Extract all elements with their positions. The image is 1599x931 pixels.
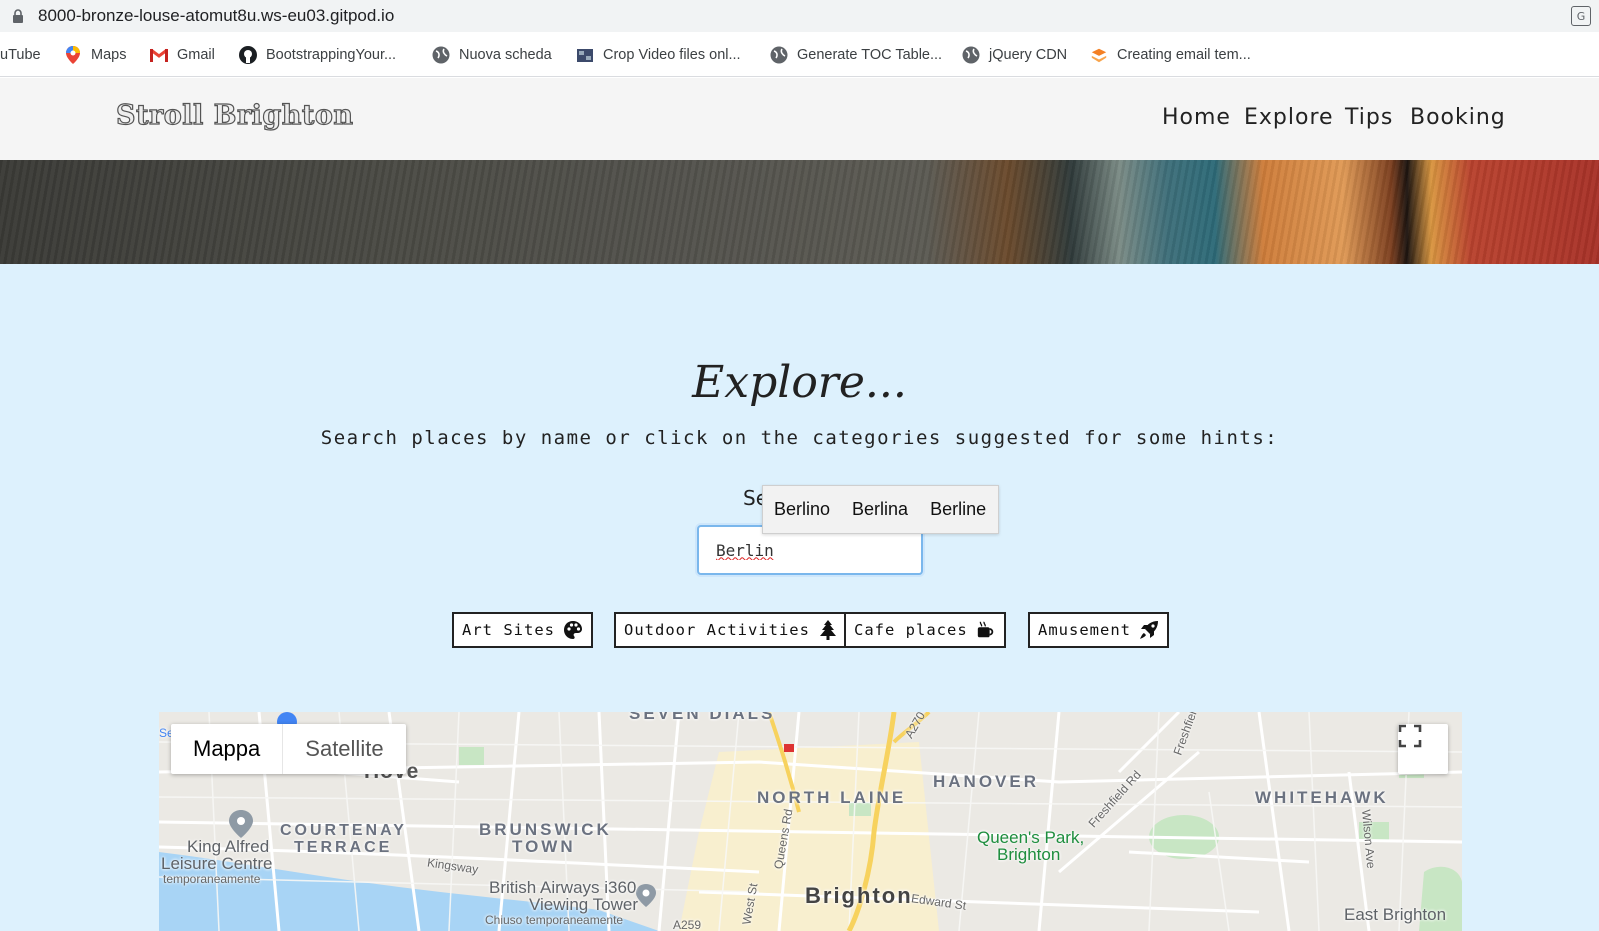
globe-icon [962, 46, 980, 64]
palette-icon [563, 620, 583, 640]
category-label: Art Sites [462, 621, 555, 639]
hero-image [0, 160, 1599, 264]
bookmark-nuova-scheda[interactable]: Nuova scheda [432, 45, 552, 65]
bookmark-label: uTube [0, 47, 41, 63]
gmail-icon [150, 46, 168, 64]
map-label: COURTENAY [280, 822, 407, 839]
map-label: TOWN [512, 837, 576, 856]
site-logo[interactable]: Stroll Brighton [115, 99, 353, 131]
bookmark-label: Gmail [177, 47, 215, 63]
bookmark-jquery-cdn[interactable]: jQuery CDN [962, 45, 1067, 65]
autocomplete-option[interactable]: Berlino [774, 499, 830, 520]
category-cafe-places-button[interactable]: Cafe places [844, 612, 1006, 648]
bookmarks-bar: uTube Maps Gmail BootstrappingYour... Nu… [0, 32, 1599, 77]
category-label: Cafe places [854, 621, 968, 639]
maps-pin-icon [64, 46, 82, 64]
tree-icon [818, 620, 838, 640]
bookmark-label: Maps [91, 47, 127, 63]
google-map[interactable]: SEVEN DIALS Hove NORTH LAINE HANOVER WHI… [159, 712, 1462, 931]
map-label: TERRACE [294, 839, 393, 856]
film-icon [576, 46, 594, 64]
rocket-icon [1139, 620, 1159, 640]
autocomplete-option[interactable]: Berlina [852, 499, 908, 520]
map-type-toggle: Mappa Satellite [171, 724, 406, 774]
bookmark-github[interactable]: BootstrappingYour... [239, 45, 396, 65]
map-label: WHITEHAWK [1255, 788, 1389, 807]
map-label: NORTH LAINE [757, 788, 907, 807]
url-text[interactable]: 8000-bronze-louse-atomut8u.ws-eu03.gitpo… [38, 6, 394, 26]
browser-address-bar[interactable]: 8000-bronze-louse-atomut8u.ws-eu03.gitpo… [0, 0, 1599, 32]
bookmark-gmail[interactable]: Gmail [150, 45, 215, 65]
bookmark-label: jQuery CDN [989, 47, 1068, 63]
bookmark-youtube[interactable]: uTube [0, 45, 41, 65]
bookmark-label: Generate TOC Table... [797, 47, 943, 63]
category-art-sites-button[interactable]: Art Sites [452, 612, 593, 648]
bookmark-generate-toc[interactable]: Generate TOC Table... [770, 45, 942, 65]
map-label: Brighton [997, 845, 1061, 864]
fullscreen-icon[interactable] [1398, 724, 1448, 774]
nav-home[interactable]: Home [1162, 105, 1231, 130]
autocomplete-option[interactable]: Berline [930, 499, 986, 520]
map-label: Leisure Centre [161, 854, 273, 873]
github-icon [239, 46, 257, 64]
explore-section: Explore... Search places by name or clic… [0, 264, 1599, 931]
nav-tips[interactable]: Tips [1345, 105, 1393, 130]
map-label: HANOVER [933, 772, 1040, 791]
nav-explore[interactable]: Explore [1244, 105, 1334, 130]
site-header: Stroll Brighton Home Explore Tips Bookin… [0, 78, 1599, 160]
page-title: Explore... [692, 357, 907, 408]
map-label: A259 [673, 918, 702, 931]
bookmark-label: Nuova scheda [459, 47, 552, 63]
autocomplete-dropdown: Berlino Berlina Berline [762, 485, 999, 534]
map-type-satellite-button[interactable]: Satellite [282, 724, 405, 774]
globe-icon [432, 46, 450, 64]
nav-booking[interactable]: Booking [1410, 105, 1506, 130]
category-outdoor-activities-button[interactable]: Outdoor Activities [614, 612, 848, 648]
bookmark-label: Creating email tem... [1117, 47, 1251, 63]
bookmark-creating-email[interactable]: Creating email tem... [1090, 45, 1251, 65]
category-amusement-button[interactable]: Amusement [1028, 612, 1169, 648]
bookmark-label: BootstrappingYour... [266, 47, 397, 63]
page-subtitle: Search places by name or click on the ca… [320, 427, 1279, 449]
stack-icon [1090, 46, 1108, 64]
bookmark-label: Crop Video files onl... [603, 47, 741, 63]
map-label: Brighton [805, 883, 913, 908]
bookmark-maps[interactable]: Maps [64, 45, 126, 65]
bookmark-crop-video[interactable]: Crop Video files onl... [576, 45, 741, 65]
map-label: SEVEN DIALS [629, 712, 776, 723]
map-label: Viewing Tower [529, 895, 638, 914]
category-label: Outdoor Activities [624, 621, 810, 639]
map-label: temporaneamente [163, 872, 261, 886]
map-label: Chiuso temporaneamente [485, 913, 624, 927]
map-type-map-button[interactable]: Mappa [171, 724, 282, 774]
map-label: East Brighton [1344, 905, 1447, 924]
category-label: Amusement [1038, 621, 1131, 639]
globe-icon [770, 46, 788, 64]
translate-icon[interactable]: G [1571, 6, 1591, 26]
lock-icon [13, 9, 23, 23]
coffee-icon [976, 620, 996, 640]
